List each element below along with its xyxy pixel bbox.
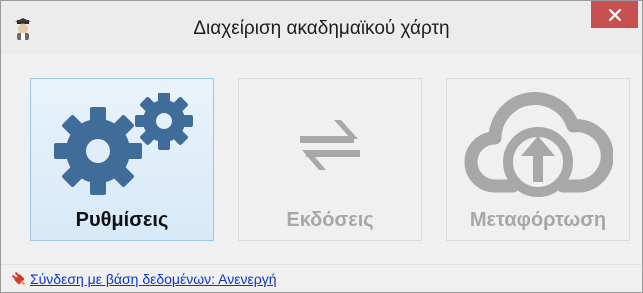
close-icon (608, 8, 621, 21)
gears-icon (44, 91, 200, 202)
cloud-upload-icon (463, 90, 614, 205)
settings-button[interactable]: Ρυθμίσεις (30, 78, 214, 241)
close-button[interactable] (591, 1, 638, 28)
versions-button[interactable]: Εκδόσεις (238, 78, 422, 241)
title-bar[interactable]: Διαχείριση ακαδημαϊκού χάρτη (1, 1, 642, 54)
status-bar: Σύνδεση με βάση δεδομένων: Ανενεργή (1, 264, 642, 292)
database-connection-link[interactable]: Σύνδεση με βάση δεδομένων: Ανενεργή (30, 271, 277, 287)
upload-label: Μεταφόρτωση (469, 209, 607, 231)
app-window: Διαχείριση ακαδημαϊκού χάρτη Ρυθμίσεις Ε… (0, 0, 643, 293)
window-title: Διαχείριση ακαδημαϊκού χάρτη (193, 18, 450, 39)
swap-arrows-icon (290, 110, 370, 185)
versions-label: Εκδόσεις (286, 209, 374, 231)
upload-button[interactable]: Μεταφόρτωση (446, 78, 630, 241)
main-panel: Ρυθμίσεις Εκδόσεις Μεταφόρτωση (1, 54, 642, 265)
plug-icon (11, 271, 27, 287)
settings-label: Ρυθμίσεις (75, 209, 169, 231)
